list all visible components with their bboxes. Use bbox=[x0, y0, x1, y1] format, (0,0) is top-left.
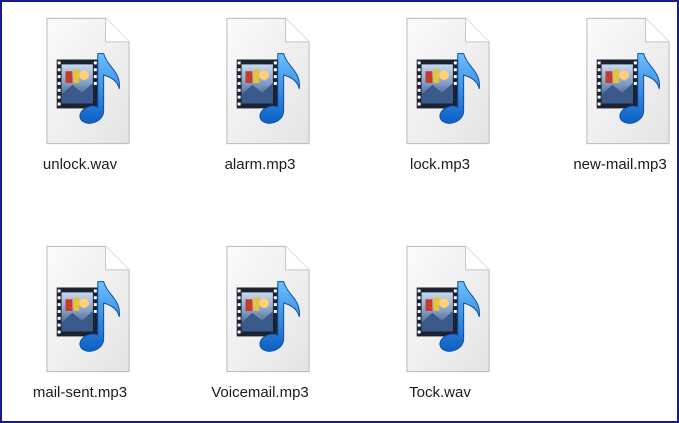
file-item[interactable]: mail-sent.mp3 bbox=[5, 234, 155, 414]
file-name-label: mail-sent.mp3 bbox=[32, 384, 128, 401]
audio-file-icon bbox=[406, 245, 490, 373]
audio-file-icon bbox=[46, 245, 130, 373]
audio-file-icon bbox=[46, 17, 130, 145]
file-name-label: unlock.wav bbox=[42, 156, 118, 173]
file-name-label: new-mail.mp3 bbox=[573, 156, 667, 173]
file-name-label: alarm.mp3 bbox=[224, 156, 296, 173]
file-item[interactable]: new-mail.mp3 bbox=[545, 6, 677, 186]
audio-file-icon bbox=[226, 17, 310, 145]
audio-file-icon bbox=[586, 17, 670, 145]
file-name-label: Voicemail.mp3 bbox=[211, 384, 309, 401]
file-name-label: Tock.wav bbox=[409, 384, 471, 401]
file-item[interactable]: lock.mp3 bbox=[365, 6, 515, 186]
file-item[interactable]: unlock.wav bbox=[5, 6, 155, 186]
file-browser-pane: unlock.wav alarm.mp3 lock.mp3 new-mail.mp3 m… bbox=[0, 0, 679, 423]
file-item[interactable]: Tock.wav bbox=[365, 234, 515, 414]
file-item[interactable]: Voicemail.mp3 bbox=[185, 234, 335, 414]
file-item[interactable]: alarm.mp3 bbox=[185, 6, 335, 186]
audio-file-icon bbox=[406, 17, 490, 145]
file-name-label: lock.mp3 bbox=[409, 156, 471, 173]
audio-file-icon bbox=[226, 245, 310, 373]
